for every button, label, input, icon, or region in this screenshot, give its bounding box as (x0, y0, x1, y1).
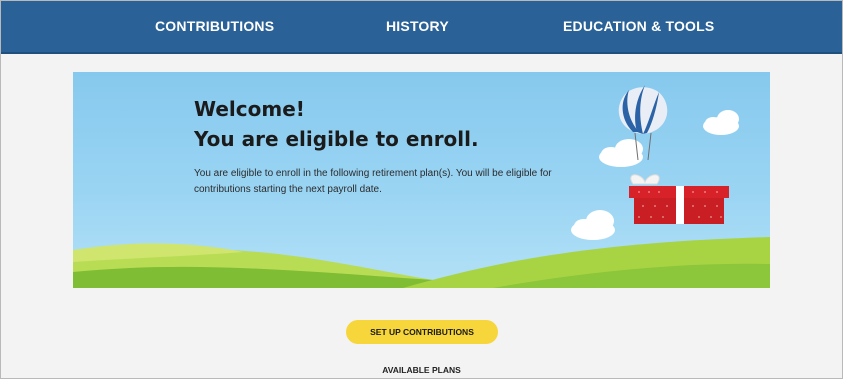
gift-box-icon (629, 174, 729, 224)
nav-history[interactable]: HISTORY (386, 1, 449, 52)
cloud-icon (703, 110, 739, 135)
top-navigation: CONTRIBUTIONS HISTORY EDUCATION & TOOLS (1, 1, 842, 54)
hills-illustration (73, 237, 770, 288)
cloud-icon (571, 210, 615, 240)
eligibility-heading: You are eligible to enroll. (194, 127, 479, 151)
page-frame: CONTRIBUTIONS HISTORY EDUCATION & TOOLS (0, 0, 843, 379)
welcome-banner: Welcome! You are eligible to enroll. You… (73, 72, 770, 288)
set-up-contributions-button[interactable]: SET UP CONTRIBUTIONS (346, 320, 498, 344)
available-plans-heading: AVAILABLE PLANS (382, 365, 461, 375)
welcome-heading: Welcome! (194, 97, 305, 121)
nav-education-tools[interactable]: EDUCATION & TOOLS (563, 1, 714, 52)
nav-contributions[interactable]: CONTRIBUTIONS (155, 1, 274, 52)
eligibility-description: You are eligible to enroll in the follow… (194, 168, 552, 195)
